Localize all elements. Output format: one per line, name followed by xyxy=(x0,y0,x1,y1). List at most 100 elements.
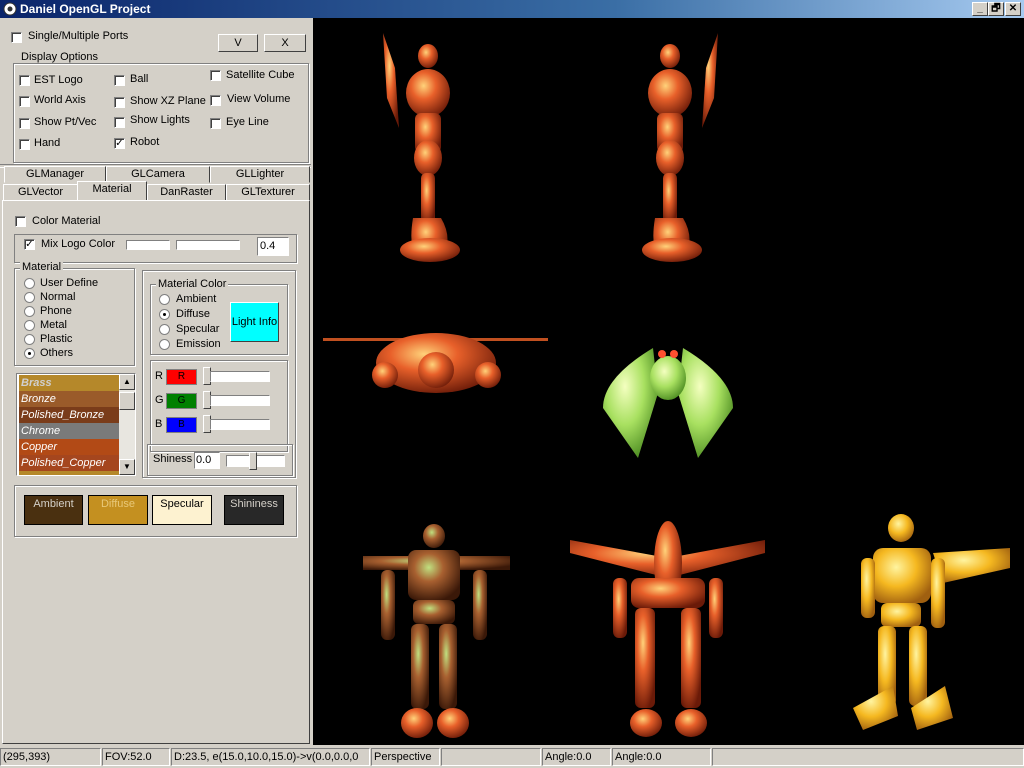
tab-gllighter[interactable]: GLLighter xyxy=(210,166,310,183)
color-material-checkbox[interactable] xyxy=(15,216,26,227)
mix-value-input[interactable]: 0.4 xyxy=(257,237,289,256)
shininess-swatch[interactable]: Shininess xyxy=(224,495,284,525)
show-xz-plane-checkbox[interactable] xyxy=(114,97,125,108)
robot-checkbox[interactable]: ✓ xyxy=(114,138,125,149)
minimize-button[interactable]: _ xyxy=(972,2,988,16)
projection-readout: Perspective xyxy=(371,748,440,766)
scroll-up-icon[interactable]: ▲ xyxy=(119,374,135,390)
mix-logo-label: Mix Logo Color xyxy=(41,238,115,250)
display-options-legend: Display Options xyxy=(19,51,101,63)
radio-specular[interactable] xyxy=(159,324,170,335)
tab-danraster[interactable]: DanRaster xyxy=(147,184,226,201)
radio-user-define-label: User Define xyxy=(40,277,99,289)
radio-diffuse-label: Diffuse xyxy=(176,308,211,320)
cursor-coords: (295,393) xyxy=(0,748,101,766)
show-xz-plane-label: Show XZ Plane xyxy=(130,95,206,107)
radio-diffuse[interactable] xyxy=(159,309,170,320)
single-multiple-ports-label: Single/Multiple Ports xyxy=(28,30,129,42)
list-item[interactable]: Bronze xyxy=(19,391,133,407)
radio-specular-label: Specular xyxy=(176,323,220,335)
radio-plastic[interactable] xyxy=(24,334,35,345)
color-material-label: Color Material xyxy=(32,215,101,227)
g-label: G xyxy=(155,394,164,406)
tab-gltexturer[interactable]: GLTexturer xyxy=(226,184,310,201)
satellite-cube-label: Satellite Cube xyxy=(226,69,295,81)
list-item[interactable]: Polished_Copper xyxy=(19,455,133,471)
scrollbar-thumb[interactable] xyxy=(119,392,135,410)
mix-logo-slider[interactable] xyxy=(176,240,240,250)
light-info-button[interactable]: Light Info xyxy=(230,302,279,342)
g-color-box: G xyxy=(166,393,197,409)
radio-user-define[interactable] xyxy=(24,278,35,289)
window-title: Daniel OpenGL Project xyxy=(20,2,151,16)
est-logo-checkbox[interactable] xyxy=(19,75,30,86)
aircraft-model xyxy=(323,333,548,393)
tab-material[interactable]: Material xyxy=(77,181,147,200)
mix-color-preview xyxy=(126,240,170,250)
hand-checkbox[interactable] xyxy=(19,139,30,150)
radio-metal[interactable] xyxy=(24,320,35,331)
r-label: R xyxy=(155,370,163,382)
list-item[interactable]: Polished_Bronze xyxy=(19,407,133,423)
eye-line-checkbox[interactable] xyxy=(210,118,221,129)
robot-model-front xyxy=(383,33,460,262)
maximize-button[interactable]: 🗗 xyxy=(988,2,1004,16)
view-volume-checkbox[interactable] xyxy=(210,95,221,106)
winged-creature-model xyxy=(603,348,733,458)
app-icon xyxy=(3,2,17,16)
radio-others[interactable] xyxy=(24,348,35,359)
scroll-down-icon[interactable]: ▼ xyxy=(119,459,135,475)
world-axis-checkbox[interactable] xyxy=(19,96,30,107)
b-label: B xyxy=(155,418,163,430)
radio-emission-label: Emission xyxy=(176,338,221,350)
radio-normal[interactable] xyxy=(24,292,35,303)
list-item[interactable]: Chrome xyxy=(19,423,133,439)
tab-glvector[interactable]: GLVector xyxy=(3,184,78,201)
r-color-box: R xyxy=(166,369,197,385)
gold-robot-model xyxy=(853,514,1010,730)
status-empty-pane-2 xyxy=(712,748,1024,766)
shiness-value-input[interactable]: 0.0 xyxy=(194,452,220,469)
scene-render xyxy=(323,33,1010,738)
list-item[interactable] xyxy=(19,471,133,475)
robot-label: Robot xyxy=(130,136,160,148)
angle-readout-2: Angle:0.0 xyxy=(612,748,711,766)
satellite-cube-checkbox[interactable] xyxy=(210,70,221,81)
radio-emission[interactable] xyxy=(159,339,170,350)
show-pt-vec-checkbox[interactable] xyxy=(19,118,30,129)
opengl-viewport[interactable] xyxy=(313,18,1024,745)
radio-others-label: Others xyxy=(40,347,74,359)
ball-checkbox[interactable] xyxy=(114,75,125,86)
mix-logo-checkbox[interactable]: ✓ xyxy=(24,239,35,250)
specular-swatch[interactable]: Specular xyxy=(152,495,212,525)
ambient-swatch[interactable]: Ambient xyxy=(24,495,83,525)
close-button[interactable]: ✕ xyxy=(1005,2,1021,16)
b-color-box: B xyxy=(166,417,197,433)
x-button[interactable]: X xyxy=(264,34,306,52)
b-slider[interactable] xyxy=(210,419,270,430)
angle-readout-1: Angle:0.0 xyxy=(542,748,611,766)
radio-ambient[interactable] xyxy=(159,294,170,305)
radio-ambient-label: Ambient xyxy=(176,293,217,305)
diffuse-swatch[interactable]: Diffuse xyxy=(88,495,148,525)
camera-readout: D:23.5, e(15.0,10.0,15.0)->v(0.0,0.0,0 xyxy=(171,748,370,766)
material-legend: Material xyxy=(20,261,64,273)
radio-phone-label: Phone xyxy=(40,305,72,317)
material-list[interactable]: Brass Bronze Polished_Bronze Chrome Copp… xyxy=(16,373,136,476)
title-bar: Daniel OpenGL Project _ 🗗 ✕ xyxy=(0,0,1024,18)
v-button[interactable]: V xyxy=(218,34,258,52)
list-item[interactable]: Copper xyxy=(19,439,133,455)
status-empty-pane xyxy=(441,748,541,766)
list-item[interactable]: Brass xyxy=(19,375,133,391)
show-lights-checkbox[interactable] xyxy=(114,117,125,128)
control-panel: Single/Multiple Ports V X Display Option… xyxy=(0,18,313,745)
g-slider[interactable] xyxy=(210,395,270,406)
single-multiple-ports-checkbox[interactable] xyxy=(11,32,22,43)
r-slider[interactable] xyxy=(210,371,270,382)
view-volume-label: View Volume xyxy=(227,93,291,105)
status-bar: (295,393) FOV:52.0 D:23.5, e(15.0,10.0,1… xyxy=(0,745,1024,768)
radio-phone[interactable] xyxy=(24,306,35,317)
shiness-slider-thumb[interactable] xyxy=(249,452,257,470)
hand-label: Hand xyxy=(34,137,61,149)
robot-model-back xyxy=(642,33,718,262)
